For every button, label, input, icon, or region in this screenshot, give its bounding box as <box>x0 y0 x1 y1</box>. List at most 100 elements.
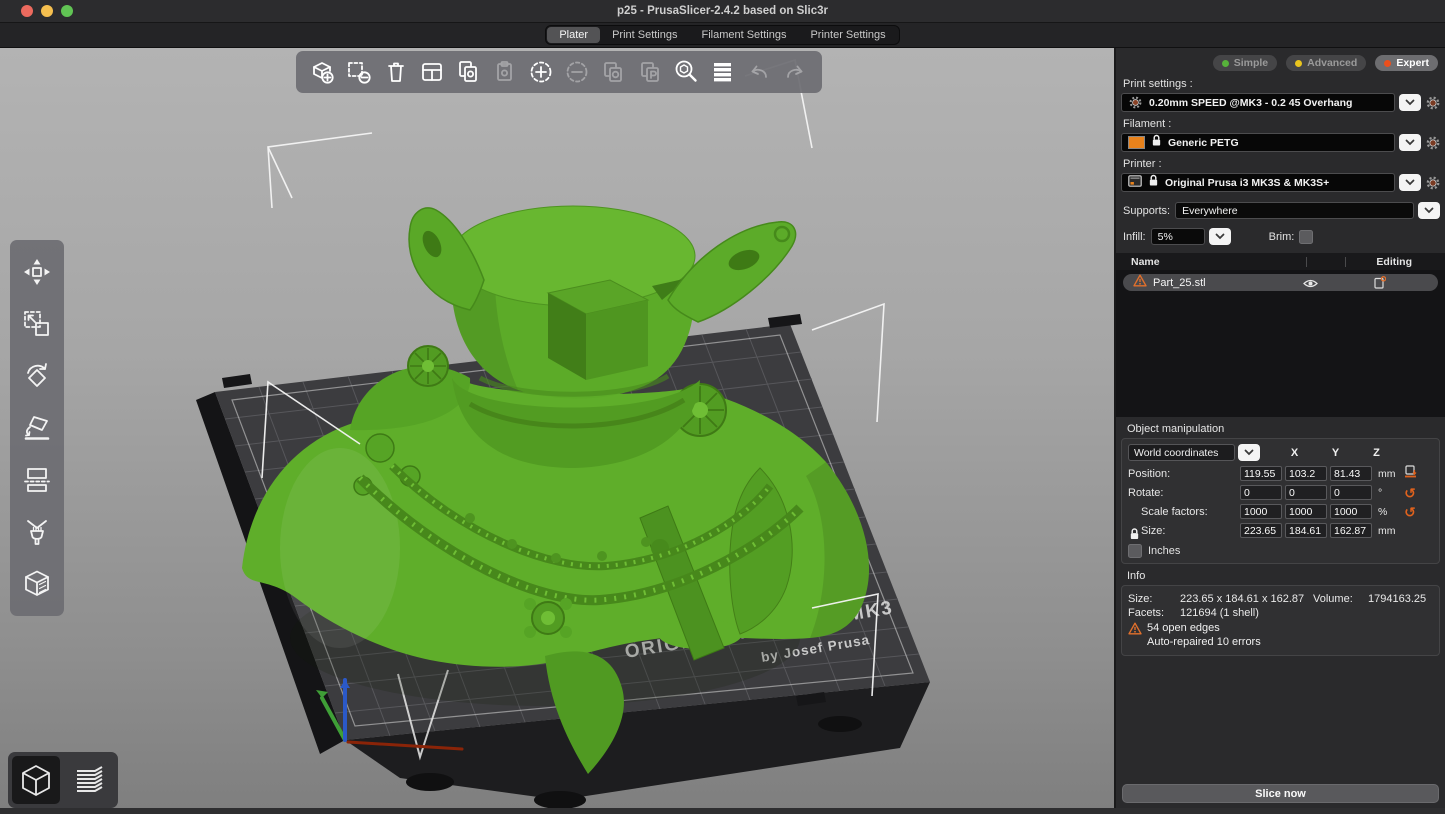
info-title: Info <box>1127 570 1438 582</box>
tab-print-settings[interactable]: Print Settings <box>600 27 689 43</box>
rotate-x-field[interactable]: 0 <box>1240 485 1282 500</box>
position-y-field[interactable]: 103.2 <box>1285 466 1327 481</box>
uniform-scale-lock-icon[interactable] <box>1129 527 1140 546</box>
coordinates-combo[interactable]: World coordinates <box>1128 444 1235 461</box>
search-icon[interactable] <box>671 57 701 87</box>
scale-x-field[interactable]: 1000 <box>1240 504 1282 519</box>
size-unit: mm <box>1378 525 1402 537</box>
axis-y-label: Y <box>1315 447 1356 459</box>
coordinates-dropdown-button[interactable] <box>1238 444 1260 461</box>
add-object-icon[interactable] <box>308 57 338 87</box>
column-editing: Editing <box>1376 256 1412 268</box>
size-y-field[interactable]: 184.61 <box>1285 523 1327 538</box>
window-title: p25 - PrusaSlicer-2.4.2 based on Slic3r <box>0 5 1445 17</box>
copy-icon[interactable] <box>453 57 483 87</box>
paint-on-supports-tool-icon[interactable] <box>20 515 54 549</box>
split-to-parts-icon[interactable] <box>635 57 665 87</box>
mode-switcher: Simple Advanced Expert <box>1121 48 1440 76</box>
scale-tool-icon[interactable] <box>20 307 54 341</box>
brim-checkbox[interactable] <box>1299 230 1313 244</box>
expert-dot-icon <box>1384 60 1391 67</box>
scale-unit: % <box>1378 506 1402 518</box>
object-name: Part_25.stl <box>1153 277 1206 289</box>
rotate-unit: ° <box>1378 487 1402 499</box>
infill-combo[interactable]: 5% <box>1151 228 1205 245</box>
delete-all-icon[interactable] <box>381 57 411 87</box>
left-toolbar <box>10 240 64 616</box>
print-settings-dropdown-button[interactable] <box>1399 94 1421 111</box>
advanced-dot-icon <box>1295 60 1302 67</box>
position-z-field[interactable]: 81.43 <box>1330 466 1372 481</box>
supports-label: Supports: <box>1123 205 1170 217</box>
window-bottom-edge <box>0 808 1445 814</box>
arrange-icon[interactable] <box>417 57 447 87</box>
cut-tool-icon[interactable] <box>20 463 54 497</box>
tab-group: Plater Print Settings Filament Settings … <box>545 25 899 45</box>
slice-now-button[interactable]: Slice now <box>1122 784 1439 803</box>
move-tool-icon[interactable] <box>20 255 54 289</box>
infill-dropdown-button[interactable] <box>1209 228 1231 245</box>
object-row-part25[interactable]: Part_25.stl <box>1123 274 1438 291</box>
split-to-objects-icon[interactable] <box>598 57 628 87</box>
viewport-3d[interactable]: ORIGINAL PRUSA i3 MK3 by Josef Prusa <box>0 48 1114 808</box>
scale-label: Scale factors: <box>1128 506 1240 518</box>
filament-gear-icon[interactable] <box>1425 135 1440 150</box>
column-name: Name <box>1131 256 1160 268</box>
manipulation-panel: World coordinates X Y Z Position: 119.55… <box>1121 438 1440 564</box>
position-x-field[interactable]: 119.55 <box>1240 466 1282 481</box>
redo-icon[interactable] <box>780 57 810 87</box>
lock-icon <box>1151 134 1162 152</box>
tab-plater[interactable]: Plater <box>547 27 600 43</box>
filament-combo[interactable]: Generic PETG <box>1121 133 1395 152</box>
rotate-z-field[interactable]: 0 <box>1330 485 1372 500</box>
printer-icon <box>1128 174 1142 192</box>
object-editing-icon[interactable] <box>1374 276 1386 294</box>
printer-combo[interactable]: Original Prusa i3 MK3S & MK3S+ <box>1121 173 1395 192</box>
rotate-tool-icon[interactable] <box>20 359 54 393</box>
filament-dropdown-button[interactable] <box>1399 134 1421 151</box>
tab-filament-settings[interactable]: Filament Settings <box>689 27 798 43</box>
delete-object-icon[interactable] <box>344 57 374 87</box>
scale-y-field[interactable]: 1000 <box>1285 504 1327 519</box>
viewport-3d-scene: ORIGINAL PRUSA i3 MK3 by Josef Prusa <box>0 48 1114 808</box>
scale-reset-icon[interactable]: ↺ <box>1402 505 1418 519</box>
inches-checkbox[interactable] <box>1128 544 1142 558</box>
undo-icon[interactable] <box>744 57 774 87</box>
supports-combo[interactable]: Everywhere <box>1175 202 1414 219</box>
add-instance-icon[interactable] <box>526 57 556 87</box>
rotate-label: Rotate: <box>1128 487 1240 499</box>
sidebar: Simple Advanced Expert Print settings : … <box>1116 48 1445 808</box>
view-3d-editor-button[interactable] <box>12 756 60 804</box>
rotate-y-field[interactable]: 0 <box>1285 485 1327 500</box>
title-bar: p25 - PrusaSlicer-2.4.2 based on Slic3r <box>0 0 1445 23</box>
place-on-face-tool-icon[interactable] <box>20 411 54 445</box>
variable-layer-height-icon[interactable] <box>707 57 737 87</box>
printer-dropdown-button[interactable] <box>1399 174 1421 191</box>
mode-advanced-button[interactable]: Advanced <box>1286 55 1366 71</box>
info-volume-value: 1794163.25 <box>1368 593 1426 605</box>
size-z-field[interactable]: 162.87 <box>1330 523 1372 538</box>
remove-instance-icon[interactable] <box>562 57 592 87</box>
object-list: Part_25.stl <box>1116 270 1445 417</box>
info-warning-icon <box>1128 622 1142 650</box>
print-settings-combo[interactable]: 0.20mm SPEED @MK3 - 0.2 45 Overhang <box>1121 93 1395 112</box>
printer-gear-icon[interactable] <box>1425 175 1440 190</box>
print-settings-gear-icon[interactable] <box>1425 95 1440 110</box>
tab-printer-settings[interactable]: Printer Settings <box>798 27 897 43</box>
view-preview-button[interactable] <box>65 756 113 804</box>
seam-painting-tool-icon[interactable] <box>20 567 54 601</box>
mode-simple-button[interactable]: Simple <box>1213 55 1277 71</box>
view-mode-switcher <box>8 752 118 808</box>
mode-expert-button[interactable]: Expert <box>1375 55 1438 71</box>
drop-to-bed-icon[interactable] <box>1402 465 1418 483</box>
visibility-eye-icon[interactable] <box>1303 276 1318 294</box>
size-label: Size: <box>1128 525 1240 537</box>
paste-icon[interactable] <box>489 57 519 87</box>
size-x-field[interactable]: 223.65 <box>1240 523 1282 538</box>
axis-z-label: Z <box>1356 447 1397 459</box>
tab-bar: Plater Print Settings Filament Settings … <box>0 23 1445 48</box>
profile-gear-icon <box>1128 95 1143 110</box>
scale-z-field[interactable]: 1000 <box>1330 504 1372 519</box>
rotate-reset-icon[interactable]: ↺ <box>1402 486 1418 500</box>
supports-dropdown-button[interactable] <box>1418 202 1440 219</box>
